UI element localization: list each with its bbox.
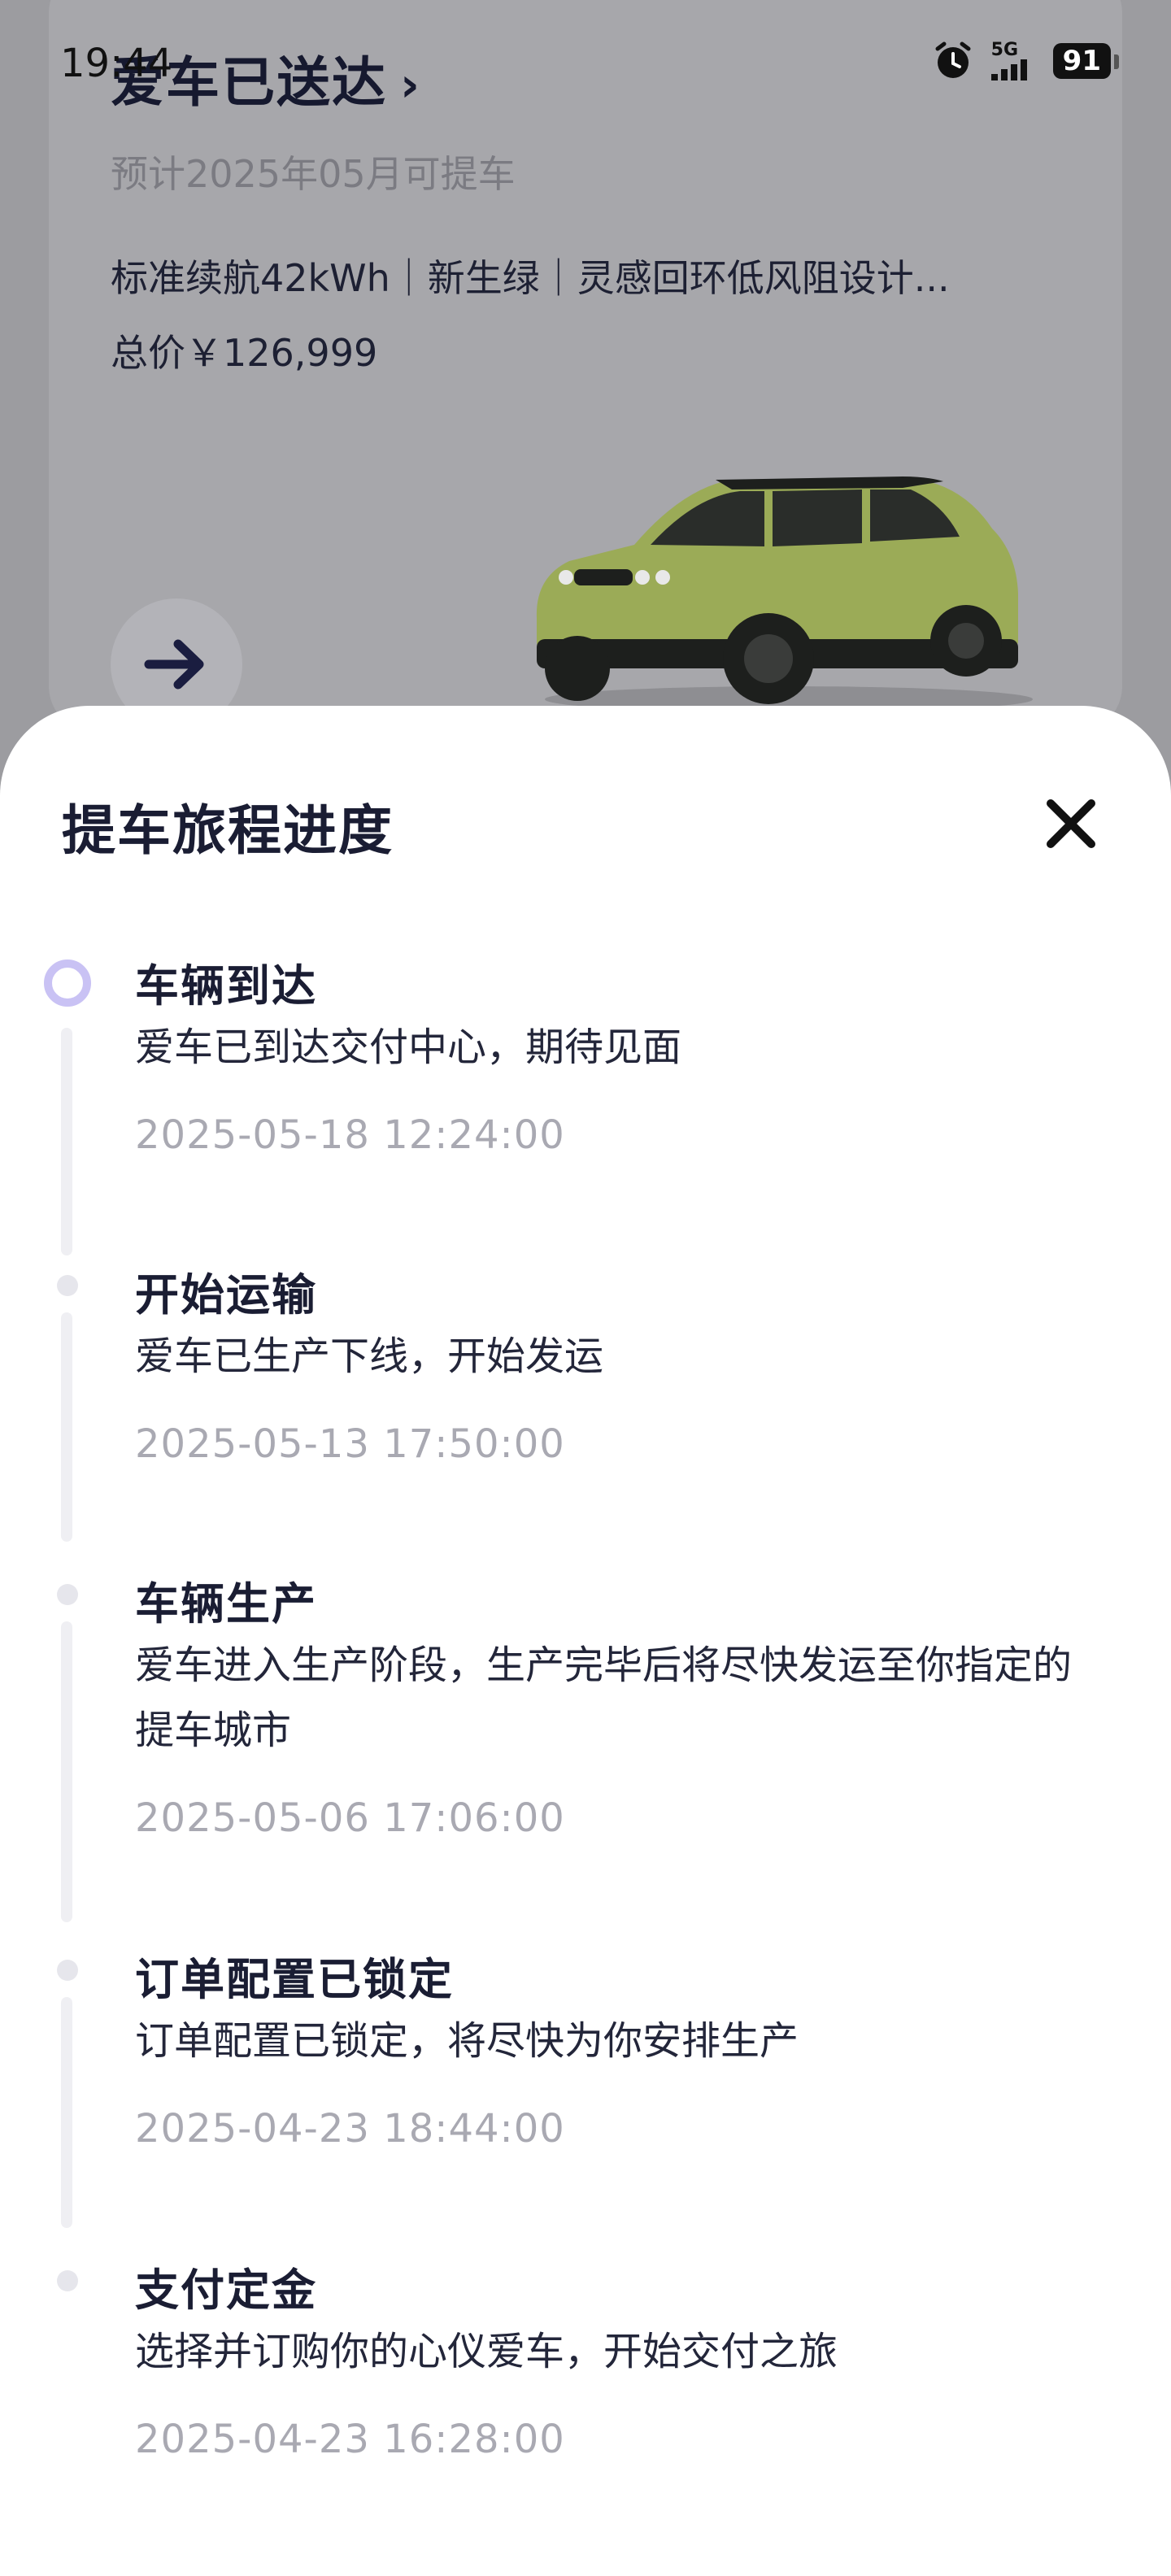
close-button[interactable] — [1034, 787, 1108, 860]
status-time: 19:44 — [60, 41, 173, 86]
step-title: 支付定金 — [135, 2265, 317, 2316]
timeline-dot — [57, 1960, 78, 1981]
step-title: 开始运输 — [135, 1269, 317, 1321]
close-icon — [1047, 799, 1095, 848]
step-time: 2025-05-13 17:50:00 — [135, 1421, 565, 1467]
total-price: 总价￥126,999 — [111, 331, 378, 375]
timeline-connector — [61, 1997, 72, 2228]
network-label: 5G — [990, 40, 1019, 60]
timeline-dot — [57, 2270, 78, 2291]
car-configuration: 标准续航42kWh｜新生绿｜灵感回环低风阻设计... — [111, 256, 950, 300]
step-title: 车辆生产 — [135, 1578, 317, 1630]
status-icons: 5G 91 — [933, 40, 1120, 81]
step-description: 爱车已到达交付中心，期待见面 — [135, 1025, 682, 1070]
pickup-estimate: 预计2025年05月可提车 — [111, 152, 516, 196]
timeline-dot — [57, 1584, 78, 1605]
car-image — [536, 476, 1033, 712]
sheet-title: 提车旅程进度 — [62, 799, 394, 862]
battery-indicator: 91 — [1052, 43, 1120, 79]
step-description: 选择并订购你的心仪爱车，开始交付之旅 — [135, 2329, 838, 2374]
timeline-dot — [57, 1275, 78, 1296]
step-description: 爱车已生产下线，开始发运 — [135, 1334, 604, 1379]
network-indicator: 5G — [990, 40, 1035, 80]
step-title: 车辆到达 — [135, 960, 317, 1012]
step-description: 订单配置已锁定，将尽快为你安排生产 — [135, 2018, 799, 2064]
timeline-connector — [61, 1028, 72, 1255]
timeline-dot-active — [44, 959, 91, 1007]
arrow-right-icon — [144, 639, 204, 690]
step-time: 2025-05-06 17:06:00 — [135, 1795, 565, 1841]
progress-sheet: 提车旅程进度 车辆到达 爱车已到达交付中心，期待见面 2025-05-18 12… — [0, 706, 1171, 2576]
step-description: 爱车进入生产阶段，生产完毕后将尽快发运至你指定的提车城市 — [135, 1643, 1073, 1753]
step-title: 订单配置已锁定 — [135, 1954, 454, 2005]
alarm-icon — [935, 41, 971, 78]
status-bar: 19:44 5G 91 — [0, 0, 1171, 114]
step-time: 2025-04-23 18:44:00 — [135, 2106, 565, 2152]
step-time: 2025-05-18 12:24:00 — [135, 1112, 565, 1158]
step-time: 2025-04-23 16:28:00 — [135, 2417, 565, 2462]
signal-icon — [990, 59, 1027, 80]
timeline-connector — [61, 1312, 72, 1542]
timeline-connector — [61, 1621, 72, 1922]
